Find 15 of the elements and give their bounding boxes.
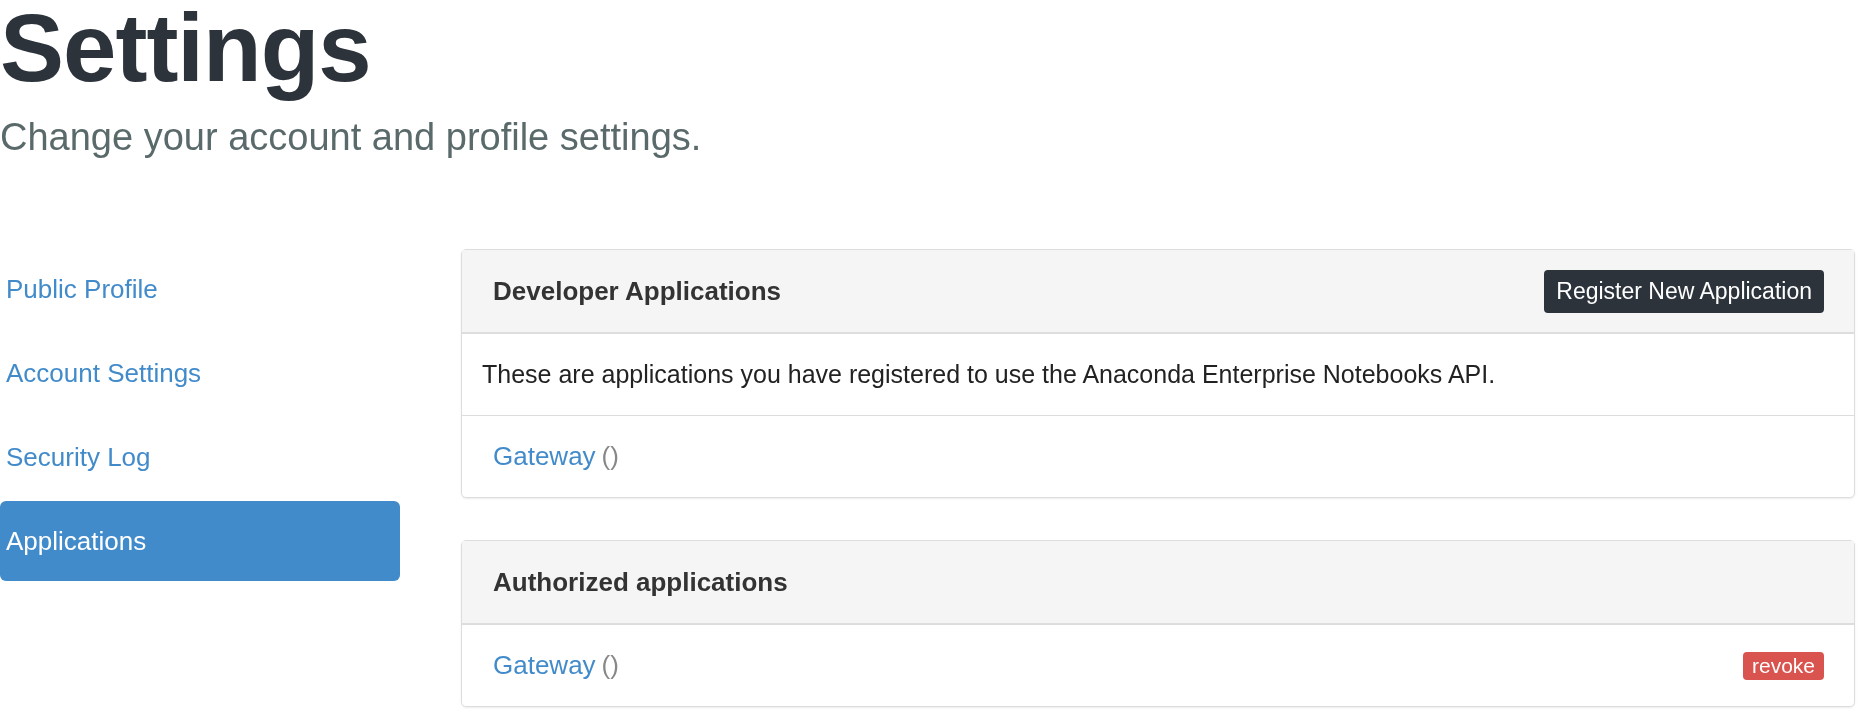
page-title: Settings: [0, 0, 371, 103]
sidebar-item[interactable]: Applications: [0, 501, 400, 581]
panel-title: Developer Applications: [493, 275, 781, 307]
sidebar-item[interactable]: Public Profile: [0, 249, 400, 329]
app-detail: (): [601, 650, 619, 681]
app-link[interactable]: Gateway: [493, 441, 596, 472]
app-detail: (): [601, 441, 619, 472]
sidebar-item[interactable]: Account Settings: [0, 333, 400, 413]
register-button[interactable]: Register New Application: [1544, 269, 1824, 313]
panel-description: These are applications you have registered to use the Anaconda Enterprise Notebooks API.: [482, 360, 1496, 389]
revoke-button[interactable]: revoke: [1742, 651, 1824, 680]
panel-title: Authorized applications: [493, 566, 788, 598]
app-link[interactable]: Gateway: [493, 650, 596, 681]
sidebar-item[interactable]: Security Log: [0, 417, 400, 497]
page-subtitle: Change your account and profile settings.: [0, 116, 702, 159]
